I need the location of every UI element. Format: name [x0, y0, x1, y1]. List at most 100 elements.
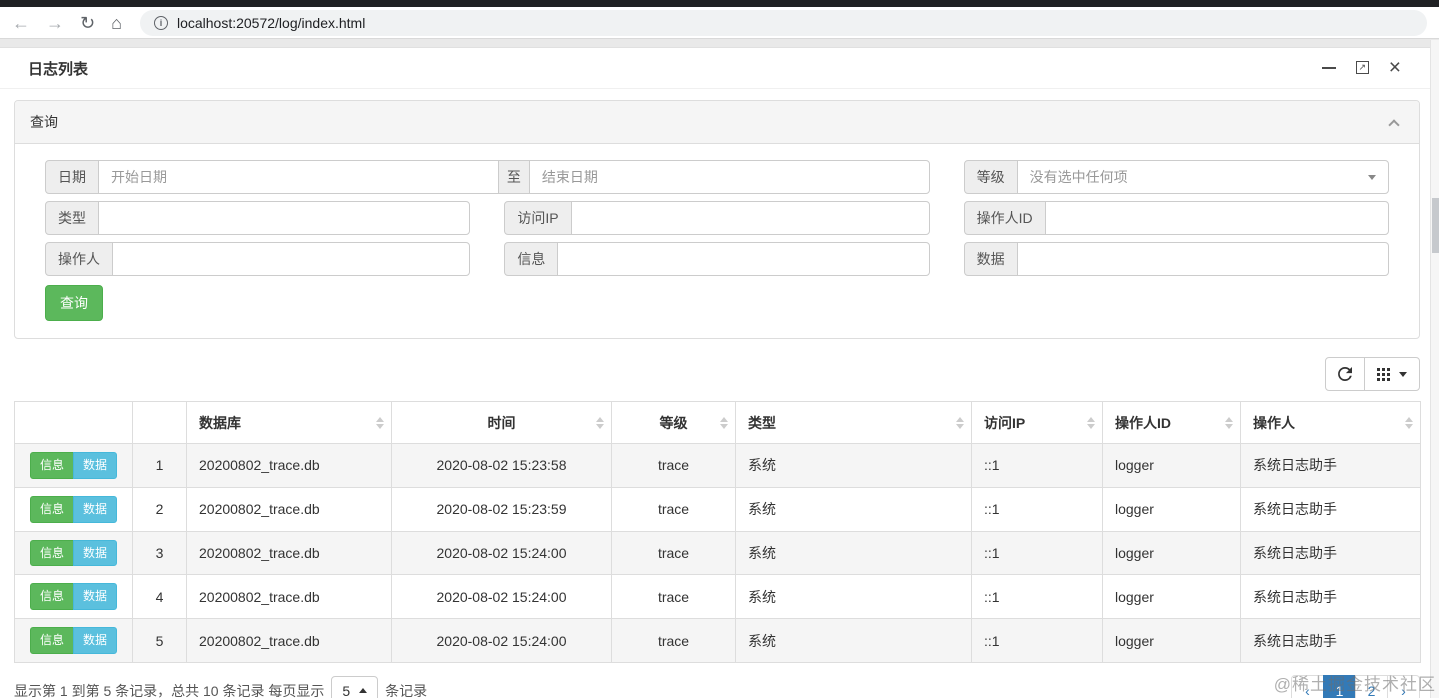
back-icon[interactable]: ←: [12, 14, 30, 32]
prev-page-button[interactable]: ‹: [1291, 674, 1324, 698]
refresh-button[interactable]: [1325, 357, 1365, 391]
log-table: 数据库 时间 等级 类型 访问IP 操作人ID 操作人 信息 数据 1 20200…: [14, 401, 1421, 663]
cell-ip: ::1: [971, 443, 1103, 488]
level-select-value: 没有选中任何项: [1029, 169, 1128, 185]
cell-seq: 2: [132, 486, 187, 532]
date-label: 日期: [45, 160, 99, 194]
scrollbar[interactable]: [1430, 40, 1439, 698]
header-time[interactable]: 时间: [391, 401, 612, 444]
table-row: 信息 数据 1 20200802_trace.db 2020-08-02 15:2…: [14, 443, 1421, 488]
refresh-icon: [1338, 367, 1352, 381]
operator-id-group: 操作人ID: [963, 201, 1389, 235]
operator-label: 操作人: [45, 242, 113, 276]
cell-time: 2020-08-02 15:23:58: [391, 443, 612, 488]
cell-database: 20200802_trace.db: [186, 618, 392, 663]
row-info-button[interactable]: 信息: [29, 495, 74, 523]
row-info-button[interactable]: 信息: [29, 452, 74, 479]
scrollbar-thumb[interactable]: [1432, 198, 1439, 253]
caret-down-icon: [1368, 175, 1376, 180]
header-operator-id[interactable]: 操作人ID: [1102, 401, 1241, 444]
close-icon: ×: [1388, 55, 1401, 79]
home-icon[interactable]: ⌂: [111, 14, 122, 32]
type-label: 类型: [45, 201, 99, 235]
row-data-button[interactable]: 数据: [73, 452, 118, 479]
sort-icon: [596, 416, 604, 429]
cell-ip: ::1: [971, 486, 1103, 532]
data-input[interactable]: [1016, 242, 1389, 276]
level-select[interactable]: 没有选中任何项: [1016, 160, 1389, 194]
page-1-button[interactable]: 1: [1323, 674, 1356, 698]
cell-database: 20200802_trace.db: [186, 574, 392, 620]
header-operator[interactable]: 操作人: [1240, 401, 1421, 444]
record-summary-suffix: 条记录: [385, 682, 428, 698]
operator-id-label: 操作人ID: [963, 201, 1046, 235]
info-group: 信息: [504, 242, 930, 276]
page-2-button[interactable]: 2: [1355, 674, 1388, 698]
search-button[interactable]: 查询: [45, 285, 103, 321]
cell-operator-id: logger: [1102, 574, 1241, 620]
page-title: 日志列表: [28, 60, 89, 78]
operator-id-input[interactable]: [1044, 201, 1389, 235]
row-data-button[interactable]: 数据: [73, 583, 118, 611]
address-bar[interactable]: i localhost:20572/log/index.html: [139, 9, 1427, 36]
cell-operator: 系统日志助手: [1240, 574, 1421, 620]
sort-icon: [720, 416, 728, 429]
cell-operator-id: logger: [1102, 618, 1241, 663]
page-size-dropdown[interactable]: 5: [331, 675, 379, 698]
operator-group: 操作人: [45, 242, 471, 276]
level-group: 等级 没有选中任何项: [963, 160, 1389, 194]
cell-level: trace: [611, 486, 736, 532]
query-panel-header: 查询: [15, 101, 1419, 144]
cell-operator-id: logger: [1102, 443, 1241, 488]
maximize-button[interactable]: ↗: [1355, 61, 1369, 75]
close-button[interactable]: ×: [1388, 55, 1401, 79]
cell-operator: 系统日志助手: [1240, 618, 1421, 663]
row-info-button[interactable]: 信息: [29, 539, 74, 567]
cell-seq: 1: [132, 443, 187, 488]
type-group: 类型: [45, 201, 471, 235]
cell-seq: 4: [132, 574, 187, 620]
cell-time: 2020-08-02 15:24:00: [391, 574, 612, 620]
date-end-input[interactable]: [528, 160, 930, 194]
header-actions: [14, 401, 133, 444]
page-gap: [0, 39, 1439, 48]
cell-level: trace: [611, 618, 736, 663]
table-row: 信息 数据 2 20200802_trace.db 2020-08-02 15:2…: [14, 486, 1421, 532]
header-type[interactable]: 类型: [735, 401, 972, 444]
type-input[interactable]: [98, 201, 471, 235]
pagination: ‹ 1 2 ›: [1291, 674, 1420, 698]
row-info-button[interactable]: 信息: [29, 627, 74, 654]
maximize-icon: ↗: [1355, 61, 1369, 75]
browser-toolbar: ← → ↻ ⌂ i localhost:20572/log/index.html: [0, 7, 1439, 39]
cell-level: trace: [611, 443, 736, 488]
sort-icon: [1405, 416, 1413, 429]
columns-button[interactable]: [1364, 357, 1420, 391]
cell-database: 20200802_trace.db: [186, 443, 392, 488]
next-page-button[interactable]: ›: [1387, 674, 1420, 698]
reload-icon[interactable]: ↻: [80, 14, 95, 32]
info-input[interactable]: [557, 242, 930, 276]
header-ip[interactable]: 访问IP: [971, 401, 1103, 444]
site-info-icon[interactable]: i: [153, 15, 168, 30]
cell-operator: 系统日志助手: [1240, 486, 1421, 532]
ip-group: 访问IP: [504, 201, 930, 235]
row-data-button[interactable]: 数据: [73, 627, 118, 654]
url-text[interactable]: localhost:20572/log/index.html: [177, 15, 365, 31]
row-data-button[interactable]: 数据: [73, 539, 118, 567]
row-info-button[interactable]: 信息: [29, 583, 74, 611]
date-start-input[interactable]: [98, 160, 499, 194]
header-database[interactable]: 数据库: [186, 401, 392, 444]
minimize-button[interactable]: [1321, 66, 1336, 69]
panel-collapse-button[interactable]: [1387, 117, 1401, 131]
ip-input[interactable]: [570, 201, 930, 235]
operator-input[interactable]: [112, 242, 471, 276]
forward-icon[interactable]: →: [46, 14, 64, 32]
row-data-button[interactable]: 数据: [73, 495, 118, 523]
table-toolbar: [14, 357, 1420, 391]
cell-operator-id: logger: [1102, 530, 1241, 576]
date-range-group: 日期 至: [45, 160, 930, 194]
header-level[interactable]: 等级: [611, 401, 736, 444]
sort-icon: [956, 416, 964, 429]
query-panel-title: 查询: [30, 114, 58, 130]
data-label: 数据: [963, 242, 1018, 276]
